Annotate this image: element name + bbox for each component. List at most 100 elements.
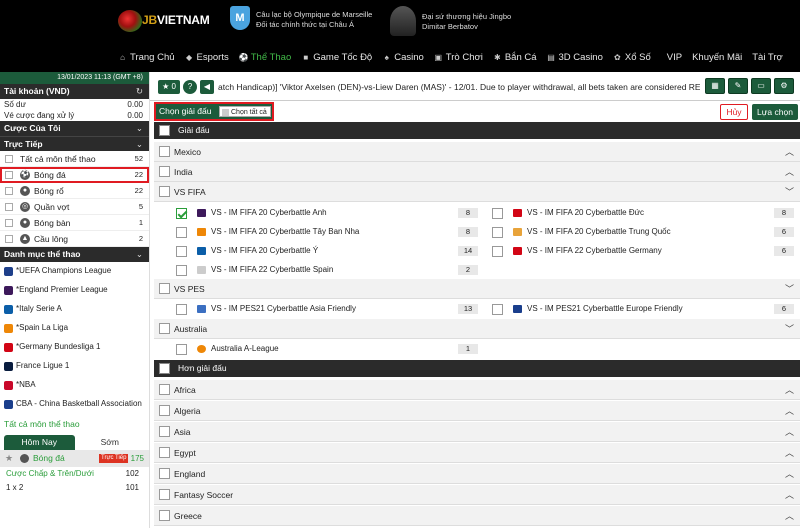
league-option[interactable]: VS - IM FIFA 20 Cyberbattle Tây Ban Nha 8 [176,223,478,241]
cancel-button[interactable]: Hủy [720,104,748,120]
checkbox[interactable] [159,146,170,157]
sport-badminton[interactable]: ▲ Cầu lông 2 [0,231,149,247]
checkbox[interactable] [159,125,170,136]
checkbox[interactable] [159,384,170,395]
league-option[interactable]: VS - IM FIFA 20 Cyberbattle Ý 14 [176,242,478,260]
league-item[interactable]: *NBA [0,376,149,395]
nav-3d-casino[interactable]: ▤ 3D Casino [547,52,603,63]
checkbox[interactable] [159,283,170,294]
bet-type-row[interactable]: Cược Chấp & Trên/Dưới 102 [0,467,149,481]
checkbox[interactable] [5,203,13,211]
checkbox[interactable] [159,186,170,197]
sport-basketball[interactable]: ● Bóng rổ 22 [0,183,149,199]
category-more[interactable]: Africa ︿ [154,380,800,400]
league-option[interactable]: VS - IM PES21 Cyberbattle Asia Friendly 1… [176,300,478,318]
checkbox[interactable] [159,426,170,437]
refresh-icon[interactable]: ↻ [136,84,143,99]
category-australia[interactable]: Australia ﹀ [154,319,800,339]
nav-vip[interactable]: VIP [667,52,682,63]
checkbox[interactable] [176,265,187,276]
football-live-row[interactable]: ★ Bóng đá Trực Tiếp 175 [0,450,149,467]
league-option[interactable]: VS - IM PES21 Cyberbattle Europe Friendl… [492,300,794,318]
checkbox[interactable] [5,155,13,163]
league-item[interactable]: *Germany Bundesliga 1 [0,338,149,357]
league-option[interactable]: VS - IM FIFA 20 Cyberbattle Trung Quốc 6 [492,223,794,241]
league-option[interactable]: VS - IM FIFA 20 Cyberbattle Đức 8 [492,204,794,222]
league-option[interactable]: VS - IM FIFA 22 Cyberbattle Germany 6 [492,242,794,260]
checkbox[interactable] [5,171,13,179]
category-india[interactable]: India ︿ [154,162,800,182]
checkbox[interactable] [159,489,170,500]
settings-icon[interactable]: ⚙ [774,78,794,94]
nav-games[interactable]: ▣ Trò Chơi [434,52,483,63]
checkbox[interactable] [492,246,503,257]
confirm-button[interactable]: Lựa chọn [752,104,798,120]
nav-sports[interactable]: ⚽ Thể Thao [239,52,292,63]
nav-fishing[interactable]: ✱ Bắn Cá [493,52,537,63]
category-mexico[interactable]: Mexico ︿ [154,142,800,162]
nav-promotions[interactable]: Khuyến Mãi [692,52,742,63]
checkbox[interactable] [159,323,170,334]
checkbox[interactable] [176,227,187,238]
checkbox[interactable] [5,187,13,195]
odds-icon[interactable]: ▦ [705,78,725,94]
checkbox-checked[interactable] [176,208,187,219]
sport-tennis[interactable]: ◎ Quần vợt 5 [0,199,149,215]
checkbox[interactable] [159,468,170,479]
nav-home[interactable]: ⌂ Trang Chủ [118,52,174,63]
sport-all[interactable]: Tất cả môn thể thao 52 [0,151,149,167]
site-logo[interactable]: JBVIETNAM [118,10,238,32]
checkbox[interactable] [159,447,170,458]
category-vs-fifa[interactable]: VS FIFA ﹀ [154,182,800,202]
checkbox[interactable] [5,219,13,227]
edit-icon[interactable]: ✎ [728,78,748,94]
league-item[interactable]: *Spain La Liga [0,319,149,338]
more-leagues-group-header[interactable]: Hơn giải đấu [154,360,800,377]
league-item[interactable]: CBA - China Basketball Association [0,395,149,414]
league-option[interactable]: Australia A-League 1 [176,340,478,358]
category-more[interactable]: Algeria ︿ [154,401,800,421]
tab-today[interactable]: Hôm Nay [4,435,75,450]
nav-sponsorship[interactable]: Tài Trợ [752,52,783,63]
league-item[interactable]: *Italy Serie A [0,300,149,319]
checkbox[interactable] [159,166,170,177]
help-button[interactable]: ? [183,80,197,94]
league-item[interactable]: *England Premier League [0,281,149,300]
league-item[interactable]: *UEFA Champions League [0,262,149,281]
checkbox[interactable] [492,304,503,315]
checkbox[interactable] [176,304,187,315]
category-header[interactable]: Danh mục thể thao ⌄ [0,247,149,262]
select-all-button[interactable]: Chọn tất cả [219,106,271,117]
checkbox[interactable] [5,235,13,243]
category-more[interactable]: Greece ︿ [154,506,800,526]
all-sports-link[interactable]: Tất cả môn thể thao [0,414,149,433]
sport-football[interactable]: ⚽ Bóng đá 22 [0,167,149,183]
bet-type-row[interactable]: 1 x 2 101 [0,481,149,495]
category-more[interactable]: Asia ︿ [154,422,800,442]
checkbox[interactable] [159,510,170,521]
checkbox[interactable] [159,405,170,416]
league-option[interactable]: VS - IM FIFA 20 Cyberbattle Anh 8 [176,204,478,222]
display-icon[interactable]: ▭ [751,78,771,94]
league-option[interactable]: VS - IM FIFA 22 Cyberbattle Spain 2 [176,261,478,279]
category-more[interactable]: Fantasy Soccer ︿ [154,485,800,505]
checkbox[interactable] [492,227,503,238]
star-icon[interactable]: ★ [5,450,13,467]
checkbox[interactable] [492,208,503,219]
checkbox[interactable] [176,344,187,355]
speaker-icon[interactable]: ◀ [200,80,214,94]
favorites-button[interactable]: ★ 0 [158,80,180,94]
league-item[interactable]: France Ligue 1 [0,357,149,376]
nav-speed-games[interactable]: ■ Game Tốc Độ [301,52,372,63]
nav-lottery[interactable]: ✿ Xổ Số [613,52,651,63]
sport-table-tennis[interactable]: ● Bóng bàn 1 [0,215,149,231]
nav-casino[interactable]: ♠ Casino [382,52,424,63]
category-more[interactable]: England ︿ [154,464,800,484]
tab-early[interactable]: Sớm [75,435,146,450]
leagues-group-header[interactable]: Giải đấu [154,122,800,139]
live-header[interactable]: Trực Tiếp ⌄ [0,136,149,151]
my-bets-header[interactable]: Cược Của Tôi ⌄ [0,121,149,136]
checkbox[interactable] [159,363,170,374]
checkbox[interactable] [176,246,187,257]
category-more[interactable]: Egypt ︿ [154,443,800,463]
